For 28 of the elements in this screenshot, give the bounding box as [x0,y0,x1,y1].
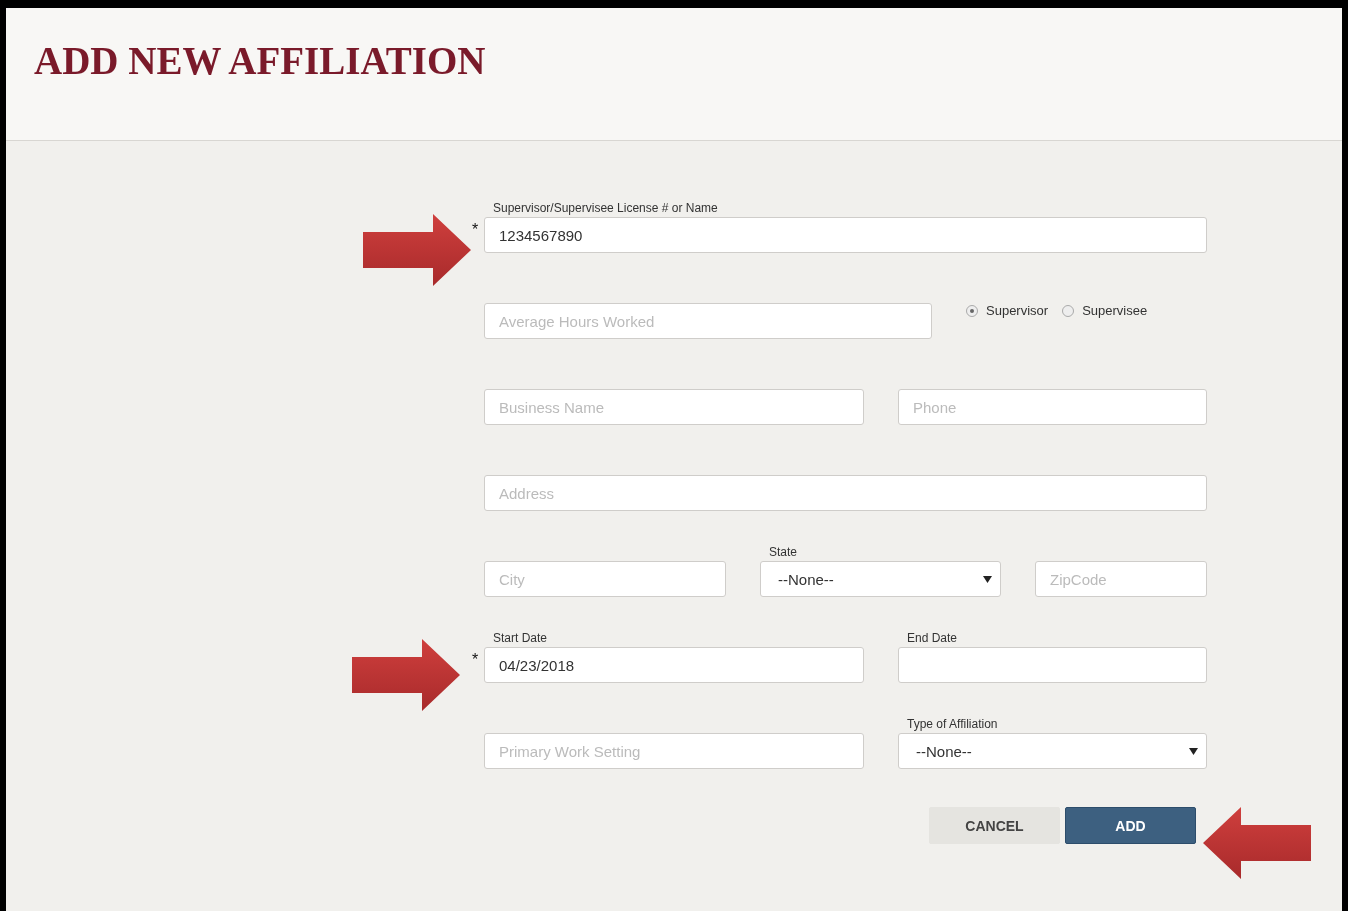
input-field[interactable]: ZipCode [1035,561,1207,597]
field-label: Type of Affiliation [906,717,999,733]
radio-button[interactable] [966,304,978,317]
caret-icon [1189,746,1198,756]
required-mark: * [472,651,479,669]
input-field[interactable] [898,647,1207,683]
page-title: ADD NEW AFFILIATION [34,38,487,83]
field-label: End Date [906,631,959,647]
cancel-button[interactable]: CANCEL [929,807,1060,844]
input-field[interactable]: Primary Work Setting [484,733,864,769]
input-field[interactable]: Business Name [484,389,864,425]
radio-label: Supervisor [986,303,1049,318]
select-dropdown[interactable]: --None-- [898,733,1207,769]
input-field[interactable]: City [484,561,726,597]
input-field[interactable]: Phone [898,389,1207,425]
radio-button[interactable] [1062,304,1075,317]
radio-label: Supervisee [1082,303,1148,318]
field-label: Supervisor/Supervisee License # or Name [492,201,719,217]
field-label: Start Date [492,631,549,647]
caret-icon [983,574,992,584]
input-field[interactable]: 1234567890 [484,217,1207,253]
select-dropdown[interactable]: --None-- [760,561,1001,597]
field-label: State [768,545,799,561]
add-button[interactable]: ADD [1065,807,1196,844]
input-field[interactable]: Average Hours Worked [484,303,932,339]
input-field[interactable]: 04/23/2018 [484,647,864,683]
input-field[interactable]: Address [484,475,1207,511]
required-mark: * [472,221,479,239]
